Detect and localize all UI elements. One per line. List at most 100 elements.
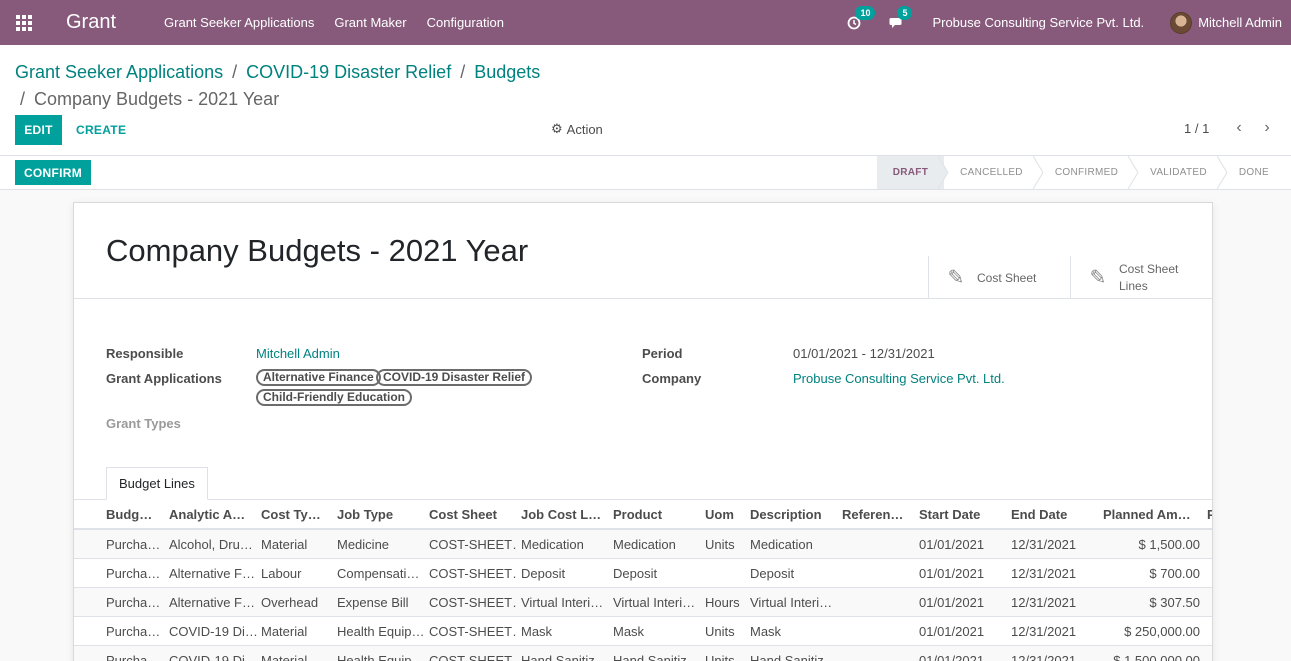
- smart-buttons: ✎ Cost Sheet ✎ Cost Sheet Lines: [928, 256, 1212, 299]
- gear-icon: ⚙: [551, 121, 563, 136]
- apps-menu-icon[interactable]: [0, 0, 48, 45]
- table-cell: Mask: [750, 624, 782, 639]
- messaging-systray[interactable]: 5: [889, 5, 913, 30]
- stage-pipeline: DRAFT CANCELLED CONFIRMED VALIDATED DONE: [876, 156, 1285, 189]
- table-row[interactable]: Purcha… COVID-19 Di… Material Health Equip……: [74, 617, 1212, 646]
- table-cell: Deposit: [613, 566, 658, 581]
- column-header[interactable]: End Date: [1011, 500, 1099, 530]
- table-cell: Labour: [261, 566, 302, 581]
- menu-grant-maker[interactable]: Grant Maker: [334, 15, 406, 30]
- edit-sheet-icon: ✎: [947, 267, 965, 289]
- table-cell: COST-SHEET…: [429, 595, 517, 610]
- record-title: Company Budgets - 2021 Year: [106, 233, 529, 268]
- table-cell: Purcha…: [106, 653, 161, 661]
- table-cell: 12/31/2021: [1011, 595, 1077, 610]
- table-cell: 12/31/2021: [1011, 653, 1077, 661]
- breadcrumb-current: Company Budgets - 2021 Year: [34, 89, 280, 109]
- table-cell: COVID-19 Di…: [169, 653, 257, 661]
- table-cell: Material: [261, 653, 308, 661]
- column-header[interactable]: Start Date: [919, 500, 1007, 530]
- stage-confirmed[interactable]: CONFIRMED: [1039, 156, 1139, 189]
- table-cell: Medication: [613, 537, 676, 552]
- table-cell: Medication: [750, 537, 813, 552]
- table-cell: Deposit: [521, 566, 566, 581]
- pager-previous-icon[interactable]: ‹: [1229, 118, 1249, 138]
- column-header[interactable]: Cost Sheet: [429, 500, 517, 530]
- cost-sheet-smart-button[interactable]: ✎ Cost Sheet: [928, 256, 1070, 299]
- table-cell: [842, 646, 914, 661]
- breadcrumb-separator: /: [20, 89, 31, 109]
- table-cell: Expense Bill: [337, 595, 409, 610]
- pager-next-icon[interactable]: ›: [1257, 118, 1277, 138]
- app-name[interactable]: Grant: [66, 11, 116, 34]
- action-menu[interactable]: ⚙ Action: [551, 121, 603, 137]
- user-menu[interactable]: Mitchell Admin: [1170, 11, 1282, 34]
- smart-button-label: Cost Sheet: [977, 270, 1037, 285]
- table-cell: 12/31/2021: [1011, 537, 1077, 552]
- column-header[interactable]: Product: [613, 500, 701, 530]
- table-row[interactable]: Purcha… Alternative F… Overhead Expense Bil…: [74, 588, 1212, 617]
- column-header[interactable]: Uom: [705, 500, 745, 530]
- table-row[interactable]: Purcha… Alcohol, Dru… Material Medicine COST…: [74, 530, 1212, 559]
- column-header[interactable]: Job Type: [337, 500, 425, 530]
- column-header[interactable]: Referen…: [842, 500, 914, 530]
- breadcrumb-separator: /: [455, 62, 471, 82]
- column-header[interactable]: Job Cost L…: [521, 500, 609, 530]
- table-cell: Virtual Interi…: [521, 595, 604, 610]
- stage-done[interactable]: DONE: [1223, 156, 1285, 189]
- table-cell: 01/01/2021: [919, 537, 985, 552]
- column-header[interactable]: Cost Ty…: [261, 500, 333, 530]
- tag-alternative-finance[interactable]: Alternative Finance: [256, 369, 381, 386]
- column-header[interactable]: Description: [750, 500, 838, 530]
- smart-button-label: Cost Sheet Lines: [1119, 261, 1179, 293]
- grant-types-label: Grant Types: [106, 416, 181, 431]
- cost-sheet-lines-smart-button[interactable]: ✎ Cost Sheet Lines: [1070, 256, 1212, 299]
- responsible-field[interactable]: Mitchell Admin: [256, 346, 340, 361]
- table-cell: Purcha…: [106, 537, 161, 552]
- stage-draft: DRAFT: [876, 156, 949, 189]
- company-field[interactable]: Probuse Consulting Service Pvt. Ltd.: [793, 371, 1005, 386]
- confirm-button[interactable]: CONFIRM: [15, 160, 91, 185]
- table-cell: Alternative F…: [169, 566, 255, 581]
- table-row[interactable]: Purcha… COVID-19 Di… Material Health Equip……: [74, 646, 1212, 661]
- table-cell: Material: [261, 624, 308, 639]
- stage-label: CONFIRMED: [1054, 167, 1119, 178]
- grant-applications-label: Grant Applications: [106, 371, 222, 386]
- table-cell: [705, 559, 745, 588]
- table-header: Budg… Analytic A… Cost Ty… Job Type Cost She…: [74, 500, 1212, 530]
- table-cell: Hand Sanitiz…: [613, 653, 700, 661]
- stage-validated[interactable]: VALIDATED: [1134, 156, 1228, 189]
- table-cell: 12/31/2021: [1011, 624, 1077, 639]
- table-cell: Material: [261, 537, 308, 552]
- notebook-tabs: Budget Lines: [74, 467, 1212, 500]
- create-button[interactable]: CREATE: [76, 115, 126, 145]
- breadcrumb-covid-relief[interactable]: COVID-19 Disaster Relief: [246, 62, 451, 82]
- column-header[interactable]: Budg…: [106, 500, 166, 530]
- tag-covid-relief[interactable]: COVID-19 Disaster Relief: [376, 369, 533, 386]
- menu-grant-seeker-applications[interactable]: Grant Seeker Applications: [164, 15, 314, 30]
- tag-child-friendly-education[interactable]: Child-Friendly Education: [256, 389, 413, 406]
- budget-lines-table: Budg… Analytic A… Cost Ty… Job Type Cost She…: [74, 500, 1212, 661]
- action-label: Action: [566, 121, 603, 137]
- column-header[interactable]: Planned Am…: [1103, 500, 1200, 530]
- stage-cancelled[interactable]: CANCELLED: [944, 156, 1044, 189]
- control-panel: Grant Seeker Applications / COVID-19 Dis…: [0, 45, 1291, 156]
- table-row[interactable]: Purcha… Alternative F… Labour Compensati… CO…: [74, 559, 1212, 588]
- tab-budget-lines[interactable]: Budget Lines: [106, 467, 208, 500]
- menu-configuration[interactable]: Configuration: [427, 15, 504, 30]
- period-label: Period: [642, 346, 683, 361]
- table-cell: Overhead: [261, 595, 319, 610]
- edit-button[interactable]: EDIT: [15, 115, 62, 145]
- stage-label: DONE: [1238, 167, 1269, 178]
- company-switcher[interactable]: Probuse Consulting Service Pvt. Ltd.: [932, 15, 1144, 30]
- activity-systray[interactable]: 10: [847, 5, 876, 30]
- responsible-label: Responsible: [106, 346, 184, 361]
- table-cell: Virtual Interi…: [613, 595, 696, 610]
- breadcrumb-grant-seeker-applications[interactable]: Grant Seeker Applications: [15, 62, 223, 82]
- breadcrumb-budgets[interactable]: Budgets: [474, 62, 540, 82]
- pager-value[interactable]: 1 / 1: [1184, 121, 1209, 136]
- column-header[interactable]: Analytic A…: [169, 500, 257, 530]
- column-header[interactable]: P: [1207, 500, 1212, 530]
- table-cell: Medicine: [337, 537, 390, 552]
- stage-label: VALIDATED: [1150, 167, 1207, 178]
